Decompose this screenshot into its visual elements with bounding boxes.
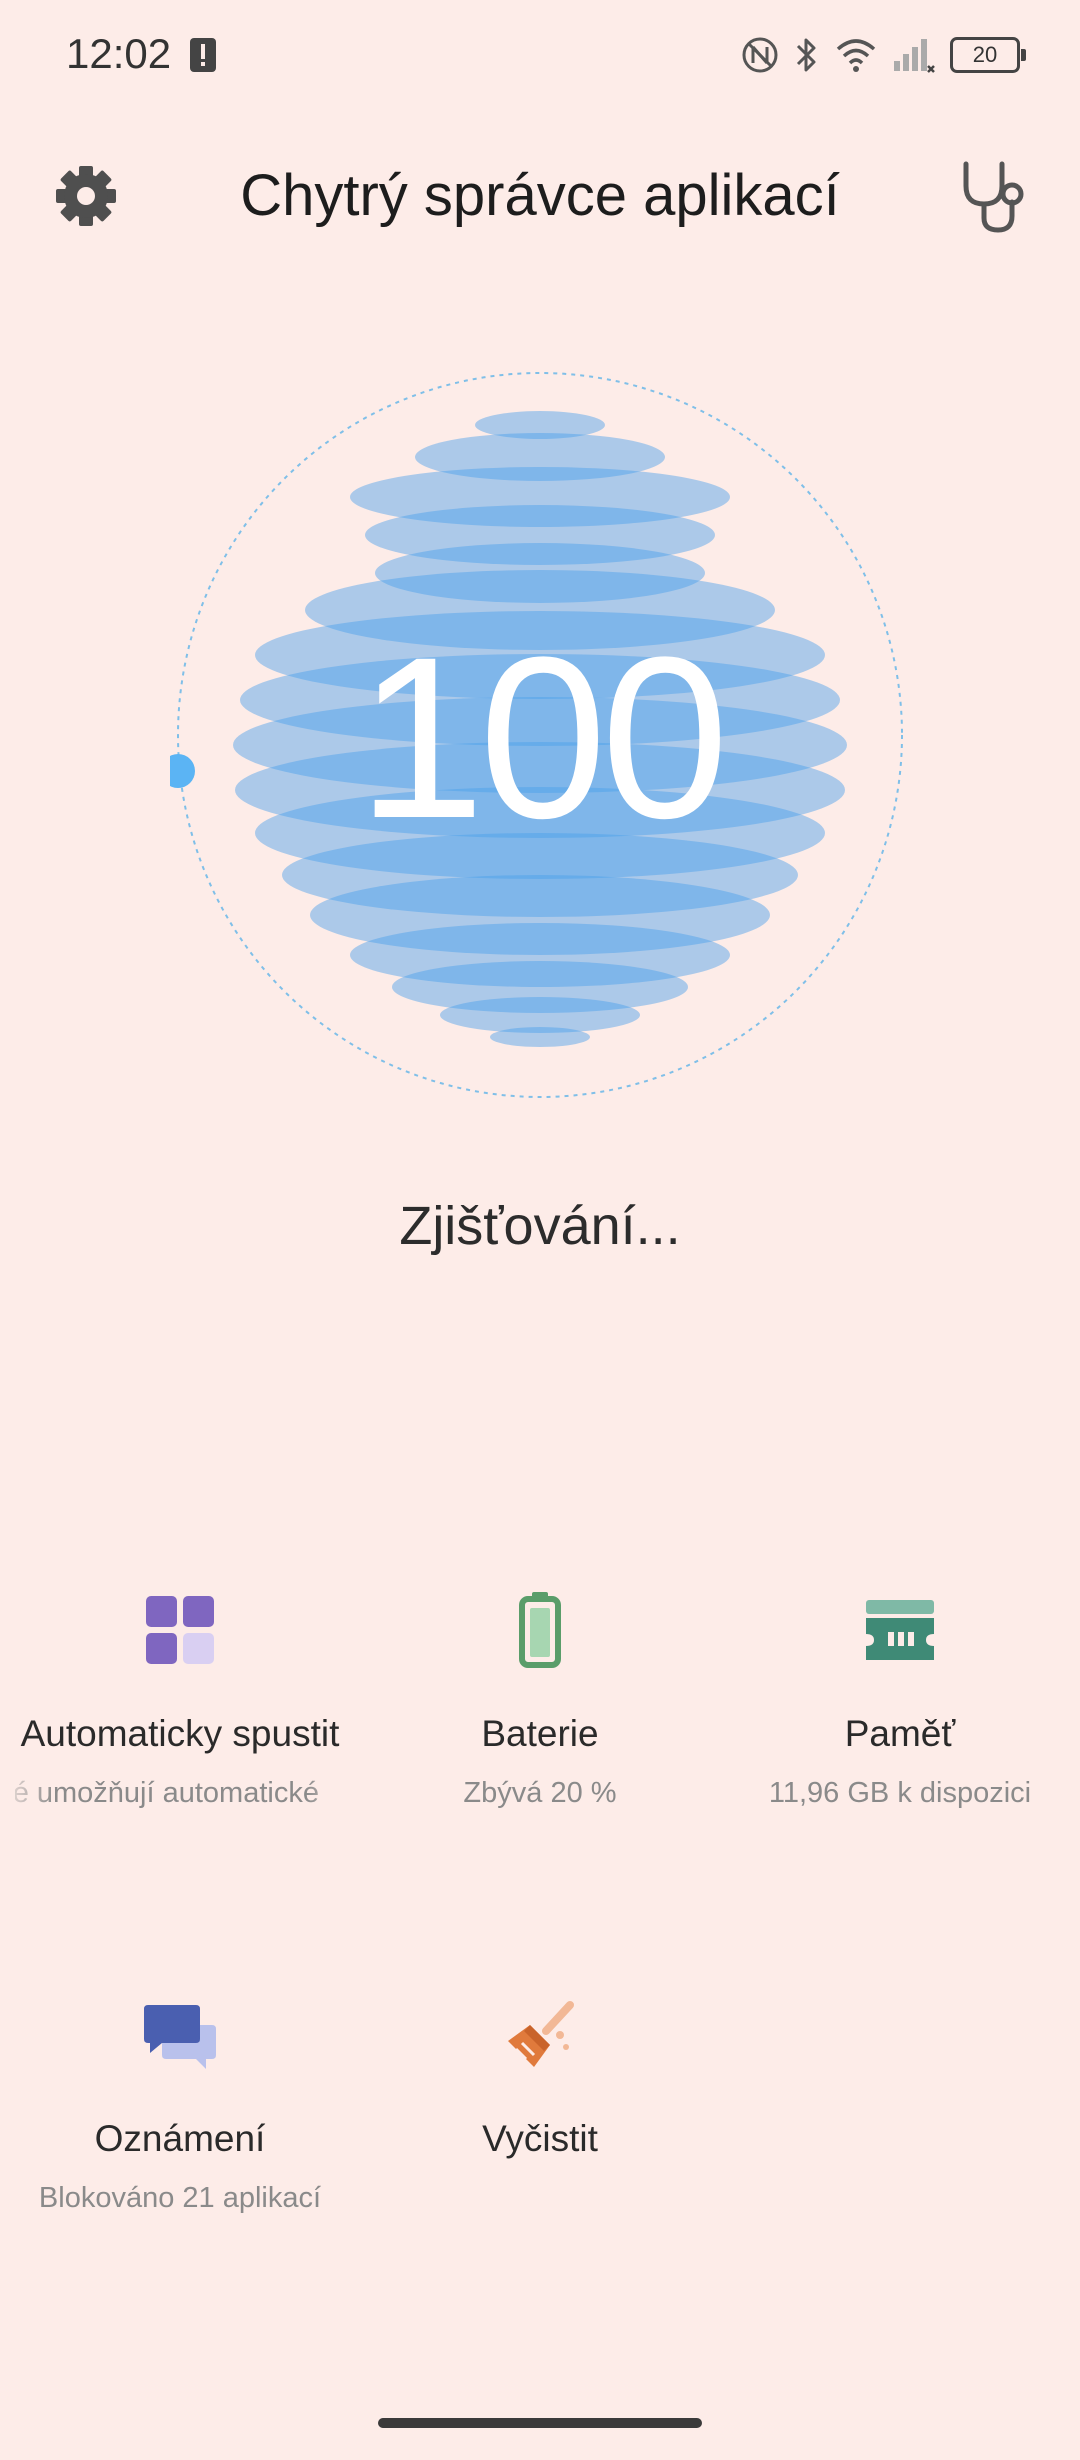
- tile-subtitle: 11,96 GB k dispozici: [768, 1777, 1032, 1809]
- battery-level: 20: [972, 42, 998, 67]
- tile-label: Paměť: [844, 1713, 956, 1754]
- tile-label: Vyčistit: [482, 2118, 598, 2159]
- tile-label: Oznámení: [94, 2118, 266, 2159]
- status-bar: 12:02 20: [0, 0, 1080, 110]
- tile-label: Automaticky spustit: [20, 1713, 340, 1754]
- alert-icon: [190, 38, 216, 72]
- scan-status: Zjišťování...: [399, 1196, 681, 1256]
- memory-icon: [866, 1600, 934, 1660]
- tile-subtitle: Zbývá 20 %: [463, 1777, 617, 1809]
- signal-icon: [894, 39, 935, 73]
- battery-icon: 20: [950, 37, 1026, 73]
- tile-autostart[interactable]: Automaticky spustit ré umožňují automati…: [0, 1590, 360, 1810]
- tile-battery[interactable]: Baterie Zbývá 20 %: [360, 1590, 720, 1810]
- tile-label: Baterie: [481, 1713, 599, 1754]
- tile-notifications[interactable]: Oznámení Blokováno 21 aplikací: [0, 1995, 360, 2215]
- broom-icon: [508, 2001, 574, 2067]
- home-indicator[interactable]: [378, 2418, 702, 2428]
- status-time: 12:02: [66, 30, 172, 77]
- score-globe: 100: [161, 365, 910, 1105]
- page-title: Chytrý správce aplikací: [240, 163, 840, 228]
- chat-bubbles-icon: [144, 2005, 216, 2069]
- app-header: Chytrý správce aplikací: [0, 140, 1080, 250]
- score-value: 100: [357, 609, 729, 866]
- nfc-off-icon: [742, 37, 778, 73]
- tile-memory[interactable]: Paměť 11,96 GB k dispozici: [720, 1590, 1080, 1810]
- stethoscope-icon[interactable]: [956, 156, 1032, 236]
- bluetooth-icon: [796, 38, 816, 72]
- tile-subtitle: Blokováno 21 aplikací: [38, 2182, 322, 2214]
- tile-clean[interactable]: Vyčistit: [360, 1995, 720, 2160]
- wifi-icon: [836, 39, 876, 72]
- tile-subtitle: ré umožňují automatické: [15, 1777, 319, 1809]
- apps-grid-icon: [146, 1596, 214, 1664]
- battery-icon: [519, 1592, 561, 1668]
